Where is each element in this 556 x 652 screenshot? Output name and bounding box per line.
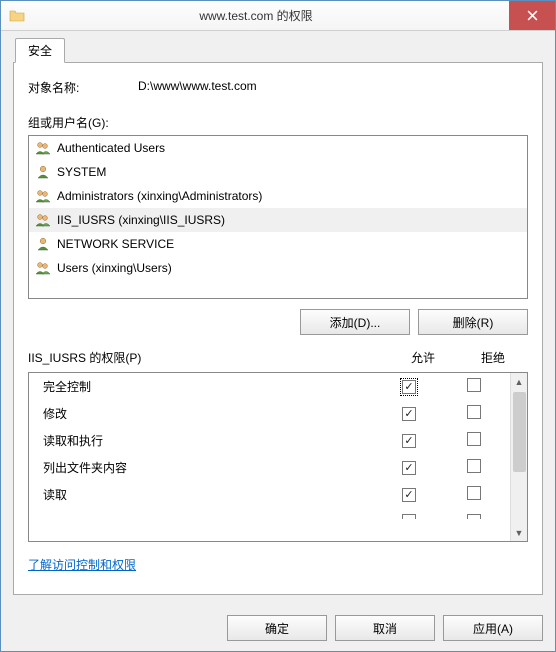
list-item[interactable]: IIS_IUSRS (xinxing\IIS_IUSRS)	[29, 208, 527, 232]
list-item[interactable]: Administrators (xinxing\Administrators)	[29, 184, 527, 208]
users-icon	[35, 260, 51, 276]
list-item-label: Users (xinxing\Users)	[57, 261, 172, 275]
users-icon	[35, 140, 51, 156]
list-item[interactable]: Authenticated Users	[29, 136, 527, 160]
folder-icon	[9, 8, 25, 24]
allow-checkbox[interactable]: ✓	[402, 488, 416, 502]
permission-name: 读取	[43, 486, 374, 503]
deny-checkbox[interactable]	[467, 459, 481, 473]
col-allow: 允许	[388, 349, 458, 366]
apply-button[interactable]: 应用(A)	[443, 615, 543, 641]
users-icon	[35, 212, 51, 228]
permission-name: 完全控制	[43, 378, 374, 395]
list-item[interactable]: NETWORK SERVICE	[29, 232, 527, 256]
user-icon	[35, 236, 51, 252]
users-icon	[35, 188, 51, 204]
allow-checkbox[interactable]: ✓	[402, 461, 416, 475]
content-area: 安全 对象名称: D:\www\www.test.com 组或用户名(G): A…	[1, 31, 555, 605]
col-deny: 拒绝	[458, 349, 528, 366]
groups-label: 组或用户名(G):	[28, 114, 528, 131]
titlebar: www.test.com 的权限	[1, 1, 555, 31]
cancel-button[interactable]: 取消	[335, 615, 435, 641]
permission-name: 读取和执行	[43, 432, 374, 449]
deny-checkbox[interactable]	[467, 514, 481, 528]
permission-row: 读取 ✓	[29, 481, 510, 508]
remove-button[interactable]: 删除(R)	[418, 309, 528, 335]
list-item-label: IIS_IUSRS (xinxing\IIS_IUSRS)	[57, 213, 225, 227]
object-value: D:\www\www.test.com	[138, 79, 257, 96]
group-buttons: 添加(D)... 删除(R)	[28, 309, 528, 335]
list-item-label: Authenticated Users	[57, 141, 165, 155]
allow-checkbox[interactable]	[402, 514, 416, 528]
allow-checkbox[interactable]: ✓	[402, 380, 416, 394]
scroll-up-icon[interactable]: ▲	[511, 373, 527, 390]
object-label: 对象名称:	[28, 79, 138, 96]
scroll-down-icon[interactable]: ▼	[511, 524, 527, 541]
permission-name: 列出文件夹内容	[43, 459, 374, 476]
permission-name: 修改	[43, 405, 374, 422]
permissions-dialog: www.test.com 的权限 安全 对象名称: D:\www\www.tes…	[0, 0, 556, 652]
permission-row: 读取和执行 ✓	[29, 427, 510, 454]
permissions-header: IIS_IUSRS 的权限(P) 允许 拒绝	[28, 349, 528, 366]
scrollbar[interactable]: ▲ ▼	[510, 373, 527, 541]
learn-more-link[interactable]: 了解访问控制和权限	[28, 556, 528, 573]
scroll-thumb[interactable]	[513, 392, 526, 472]
permission-row: 修改 ✓	[29, 400, 510, 427]
deny-checkbox[interactable]	[467, 378, 481, 392]
permissions-listbox[interactable]: 完全控制 ✓ 修改 ✓ 读取和执行 ✓ 列出文件夹内容 ✓ 读取 ✓ ▲ ▼	[28, 372, 528, 542]
groups-listbox[interactable]: Authenticated Users SYSTEM Administrators …	[28, 135, 528, 299]
tab-body: 对象名称: D:\www\www.test.com 组或用户名(G): Auth…	[13, 62, 543, 595]
tab-security[interactable]: 安全	[15, 38, 65, 63]
close-button[interactable]	[509, 1, 555, 30]
list-item-label: SYSTEM	[57, 165, 106, 179]
window-title: www.test.com 的权限	[33, 7, 509, 24]
add-button[interactable]: 添加(D)...	[300, 309, 410, 335]
permission-row: 完全控制 ✓	[29, 373, 510, 400]
list-item-label: Administrators (xinxing\Administrators)	[57, 189, 262, 203]
list-item[interactable]: SYSTEM	[29, 160, 527, 184]
permissions-title: IIS_IUSRS 的权限(P)	[28, 349, 388, 366]
list-item[interactable]: Users (xinxing\Users)	[29, 256, 527, 280]
tab-strip: 安全	[13, 39, 543, 63]
allow-checkbox[interactable]: ✓	[402, 434, 416, 448]
object-row: 对象名称: D:\www\www.test.com	[28, 79, 528, 96]
deny-checkbox[interactable]	[467, 432, 481, 446]
allow-checkbox[interactable]: ✓	[402, 407, 416, 421]
list-item-label: NETWORK SERVICE	[57, 237, 174, 251]
permission-row: 列出文件夹内容 ✓	[29, 454, 510, 481]
user-icon	[35, 164, 51, 180]
close-icon	[527, 10, 538, 21]
deny-checkbox[interactable]	[467, 405, 481, 419]
deny-checkbox[interactable]	[467, 486, 481, 500]
ok-button[interactable]: 确定	[227, 615, 327, 641]
dialog-footer: 确定 取消 应用(A)	[1, 605, 555, 651]
